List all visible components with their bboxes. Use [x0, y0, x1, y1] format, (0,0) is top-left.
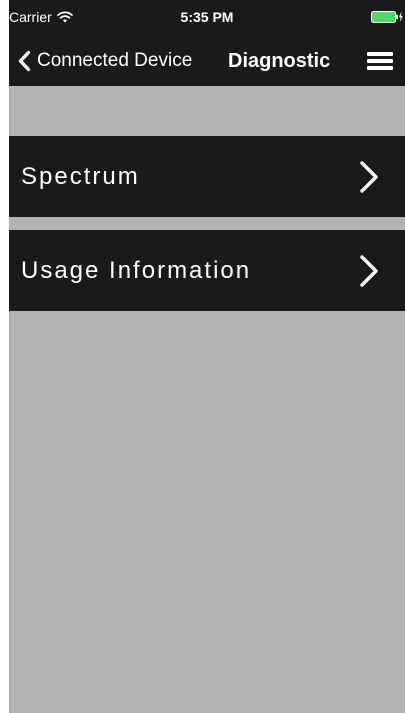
menu-item-label: Usage Information: [21, 257, 252, 284]
hamburger-menu-icon[interactable]: [367, 50, 393, 72]
page-title: Diagnostic: [228, 50, 331, 72]
back-button-label: Connected Device: [37, 50, 193, 71]
menu-item-usage-information[interactable]: Usage Information: [9, 230, 405, 311]
menu-item-spectrum[interactable]: Spectrum: [9, 136, 405, 217]
status-time: 5:35 PM: [180, 9, 234, 25]
battery-charging-icon: [371, 11, 403, 23]
app-screen: Carrier 5:35 PM Connected Device Diagnos…: [9, 0, 405, 713]
back-button[interactable]: Connected Device: [17, 48, 192, 74]
status-bar: Carrier 5:35 PM: [9, 0, 405, 36]
chevron-left-icon: [18, 50, 31, 72]
chevron-right-icon: [360, 255, 378, 287]
navigation-bar: Connected Device Diagnostic: [9, 36, 405, 86]
chevron-right-icon: [360, 161, 378, 193]
menu-item-label: Spectrum: [21, 163, 140, 190]
